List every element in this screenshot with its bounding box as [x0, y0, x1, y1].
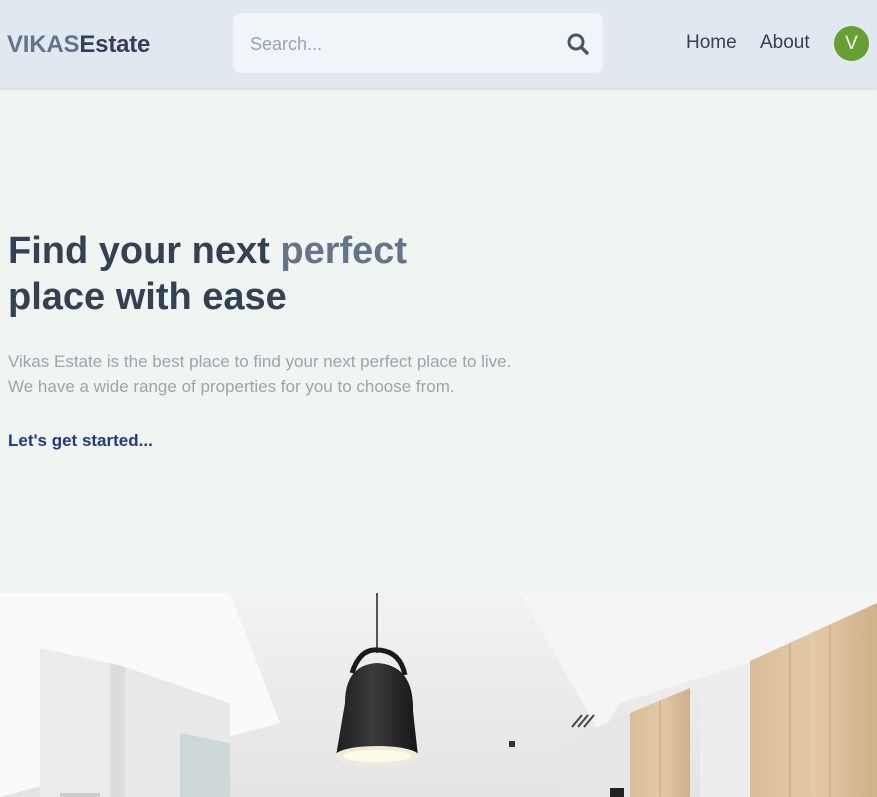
get-started-link[interactable]: Let's get started...: [8, 430, 153, 452]
hero-title-accent: perfect: [280, 230, 408, 272]
search-button[interactable]: [565, 31, 591, 57]
hero-description-line2: We have a wide range of properties for y…: [8, 377, 455, 396]
hero-title-part2: place with ease: [8, 276, 287, 318]
search-icon: [567, 33, 589, 55]
interior-photo: [0, 593, 877, 797]
site-header: VIKASEstate Home About V: [0, 0, 877, 88]
interior-illustration: [0, 593, 877, 797]
logo-part-estate: Estate: [79, 31, 151, 58]
site-logo[interactable]: VIKASEstate: [7, 31, 150, 59]
hero-description: Vikas Estate is the best place to find y…: [8, 349, 568, 399]
user-avatar[interactable]: V: [834, 26, 869, 61]
search-input[interactable]: [248, 31, 548, 57]
search-form: [233, 13, 603, 73]
hero-title-part1: Find your next: [8, 230, 281, 272]
nav-home-link[interactable]: Home: [686, 31, 737, 55]
hero-title: Find your next perfect place with ease: [8, 228, 528, 320]
logo-part-vikas: VIKAS: [7, 31, 80, 58]
nav-about-link[interactable]: About: [760, 31, 810, 55]
hero-description-line1: Vikas Estate is the best place to find y…: [8, 352, 512, 371]
